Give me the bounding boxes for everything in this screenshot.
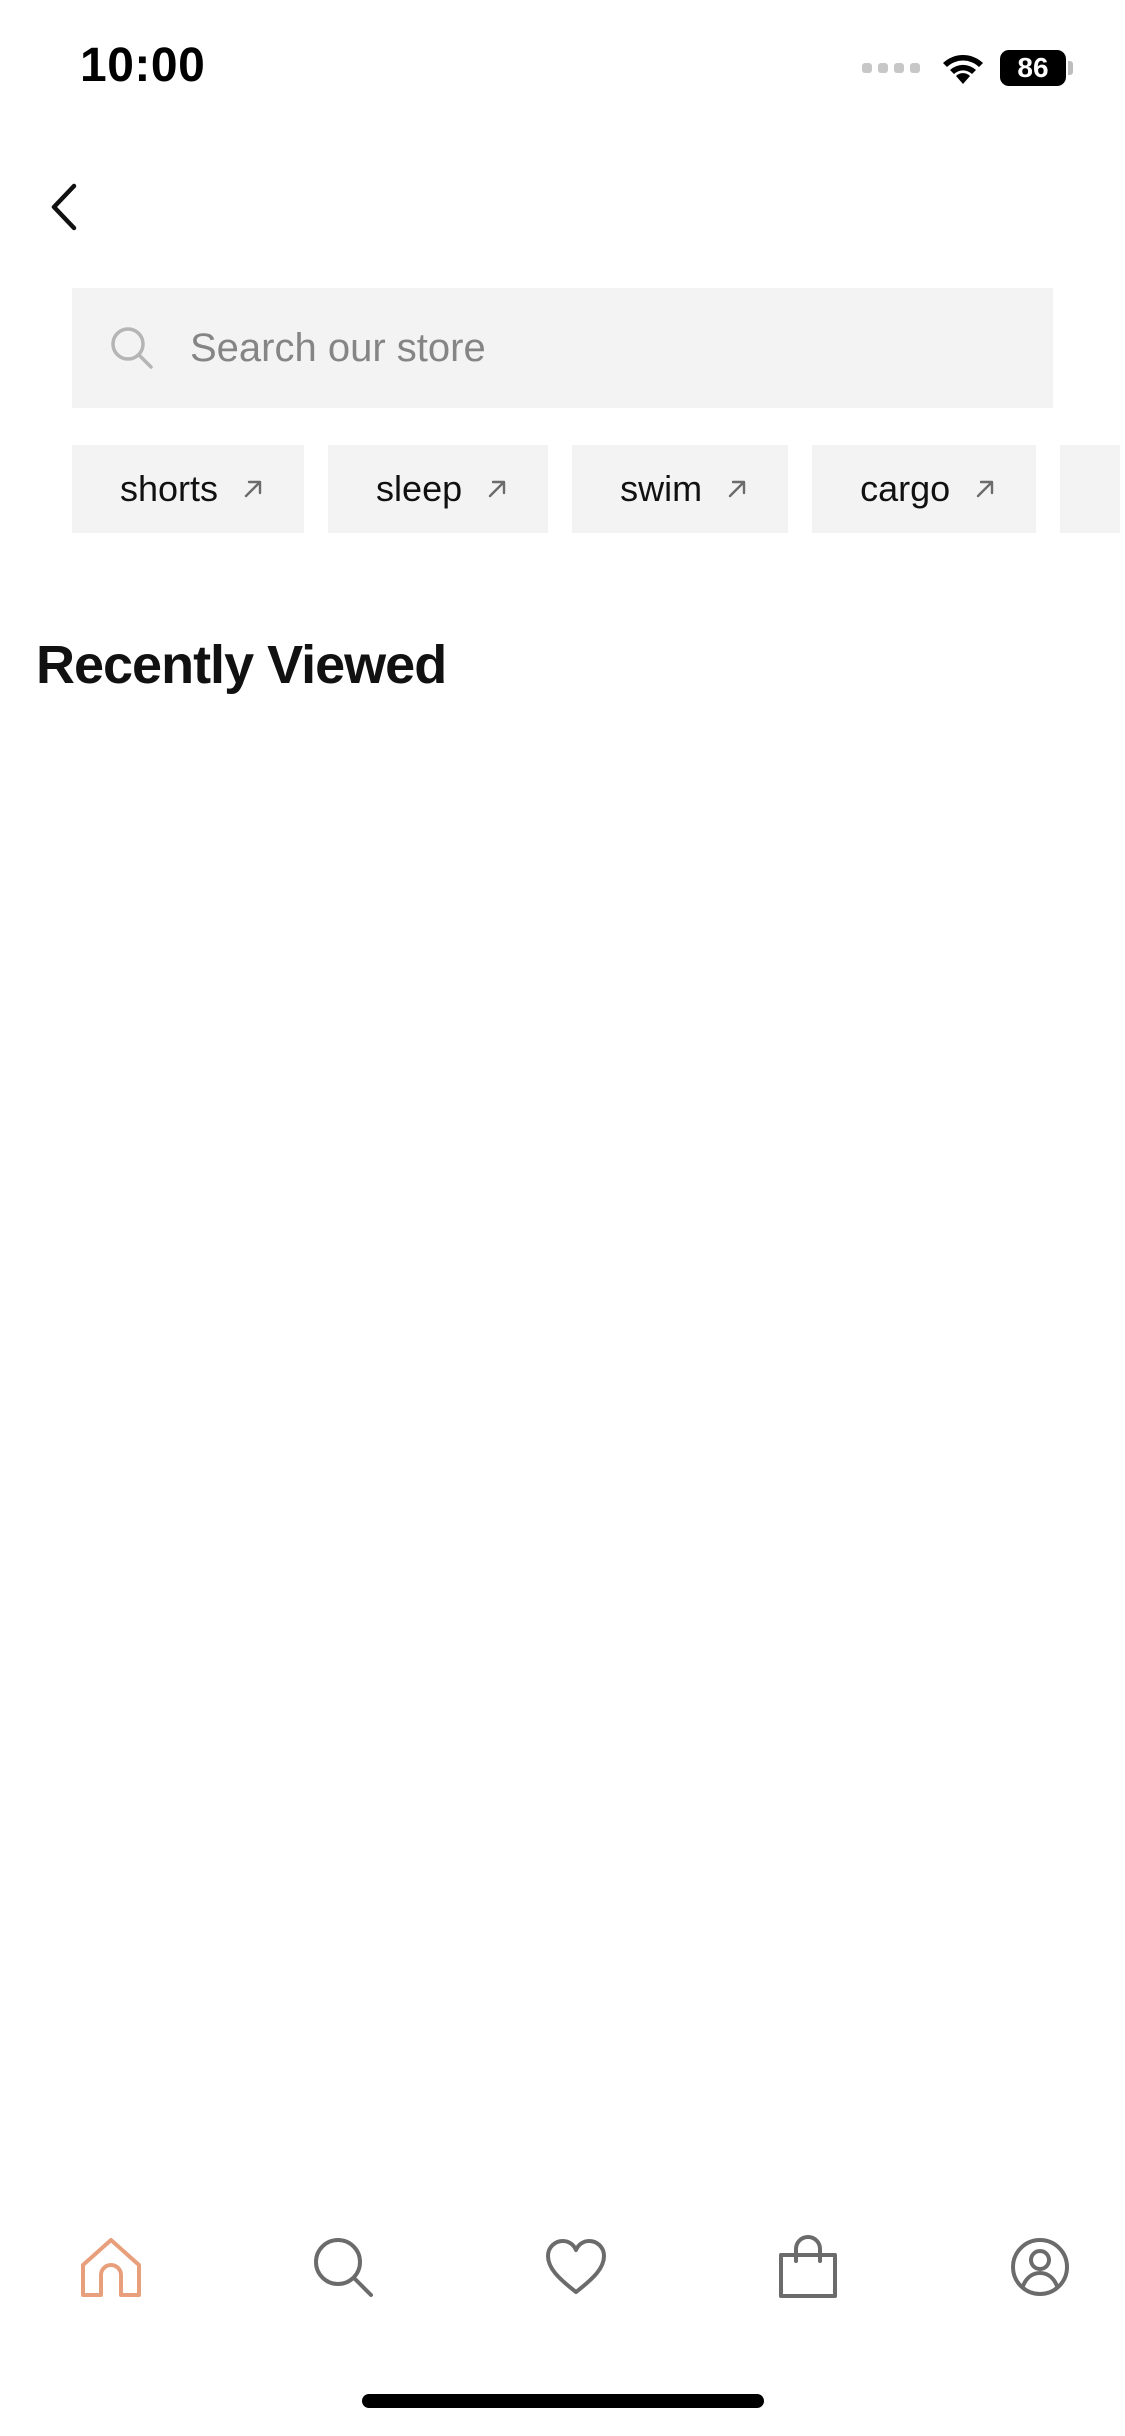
- back-button[interactable]: [38, 172, 90, 242]
- account-icon: [1011, 2238, 1069, 2296]
- chip-more[interactable]: [1060, 445, 1121, 533]
- tab-bag[interactable]: [773, 2232, 843, 2302]
- arrow-up-right-icon: [244, 480, 262, 498]
- chip-swim[interactable]: swim: [572, 445, 789, 533]
- status-icons: 86: [862, 46, 1073, 90]
- chip-shorts[interactable]: shorts: [72, 445, 305, 533]
- battery-level: 86: [1017, 52, 1049, 83]
- bottom-tab-bar: [0, 2232, 1125, 2342]
- shopping-bag-icon: [778, 2235, 837, 2298]
- tab-account[interactable]: [1005, 2232, 1075, 2302]
- chip-label: sleep: [376, 468, 463, 509]
- battery-cap: [1068, 61, 1073, 75]
- wifi-icon: [943, 55, 983, 84]
- arrow-up-right-icon: [488, 480, 506, 498]
- search-bar[interactable]: [72, 288, 1053, 408]
- search-suggestion-chips: shorts sleep swim cargo: [72, 445, 1125, 533]
- chevron-left-icon: [51, 183, 77, 231]
- tab-wishlist[interactable]: [541, 2232, 611, 2302]
- tab-search[interactable]: [308, 2232, 378, 2302]
- cellular-signal-icon: [862, 63, 920, 73]
- arrow-up-right-icon: [728, 480, 746, 498]
- chip-cargo[interactable]: cargo: [812, 445, 1037, 533]
- search-screen: 10:00 86 s: [0, 0, 1125, 2436]
- battery-icon: 86: [1000, 50, 1066, 86]
- chip-label: cargo: [860, 468, 951, 509]
- search-icon: [111, 327, 153, 369]
- arrow-up-right-icon: [976, 480, 994, 498]
- search-input[interactable]: [190, 325, 1010, 371]
- search-icon: [314, 2238, 374, 2297]
- tab-home[interactable]: [76, 2232, 146, 2302]
- home-indicator: [362, 2394, 764, 2408]
- home-icon: [81, 2238, 141, 2297]
- recently-viewed-title: Recently Viewed: [36, 635, 447, 695]
- chip-sleep[interactable]: sleep: [328, 445, 549, 533]
- status-bar: 10:00 86: [0, 0, 1125, 140]
- chip-label: swim: [620, 468, 703, 509]
- status-time: 10:00: [80, 39, 206, 92]
- heart-icon: [545, 2239, 606, 2294]
- chip-label: shorts: [120, 468, 219, 509]
